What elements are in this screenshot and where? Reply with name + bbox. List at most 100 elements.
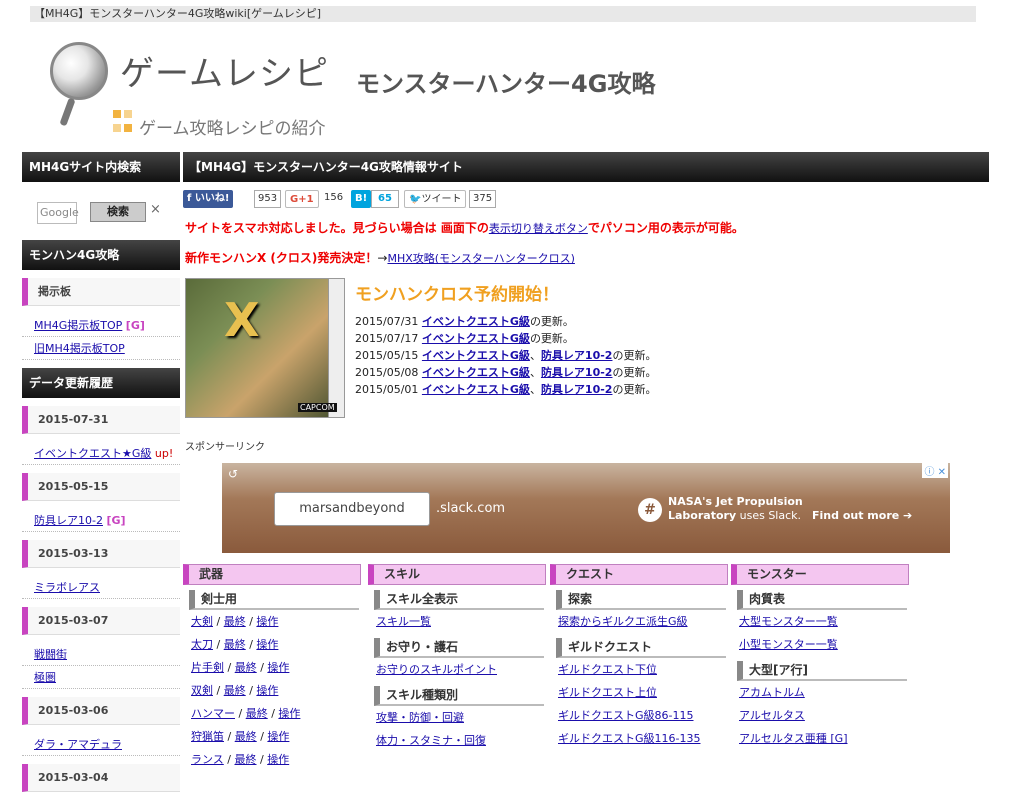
update-link[interactable]: イベントクエストG級 (422, 383, 530, 396)
sidebar-link[interactable]: MH4G掲示板TOP [G] (22, 314, 180, 337)
history-date: 2015-03-13 (22, 540, 180, 568)
history-link[interactable]: 極圏 (22, 666, 180, 689)
history-link-text[interactable]: ミラボレアス (34, 581, 100, 594)
history-link[interactable]: イベントクエスト★G級 up! (22, 442, 180, 465)
weapon-link[interactable]: 操作 (278, 707, 300, 720)
search-input[interactable]: Google (37, 202, 79, 224)
skill-list-link[interactable]: スキル一覧 (376, 615, 431, 628)
ad-info-icon[interactable]: ⓘ ✕ (922, 463, 948, 478)
weapon-row[interactable]: 双剣 / 最終 / 操作 (183, 679, 361, 702)
weapon-link[interactable]: 太刀 (191, 638, 213, 651)
explore-link[interactable]: 探索からギルクエ派生G級 (558, 615, 688, 628)
weapon-row[interactable]: 大剣 / 最終 / 操作 (183, 610, 361, 633)
weapon-link[interactable]: 操作 (256, 615, 278, 628)
weapon-link[interactable]: 最終 (235, 730, 257, 743)
search-button[interactable]: 検索 (90, 202, 146, 222)
guild-quest-link[interactable]: ギルドクエストG級86-115 (558, 709, 694, 722)
weapon-link[interactable]: 片手剣 (191, 661, 224, 674)
category-link[interactable]: 探索からギルクエ派生G級 (550, 610, 728, 633)
guild-quest-link[interactable]: ギルドクエスト下位 (558, 663, 657, 676)
weapon-link[interactable]: 操作 (256, 684, 278, 697)
update-link[interactable]: イベントクエストG級 (422, 349, 530, 362)
display-switch-link[interactable]: 表示切り替えボタン (489, 222, 588, 235)
history-link-text[interactable]: 戦闘街 (34, 648, 67, 661)
weapon-link[interactable]: 最終 (234, 753, 256, 766)
update-link[interactable]: イベントクエストG級 (422, 315, 530, 328)
monster-link[interactable]: アルセルタス (739, 709, 805, 722)
gplus-button[interactable]: G+1 (285, 190, 319, 208)
weapon-row[interactable]: 狩猟笛 / 最終 / 操作 (183, 725, 361, 748)
charm-skill-link[interactable]: お守りのスキルポイント (376, 663, 497, 676)
weapon-link[interactable]: 最終 (224, 638, 246, 651)
weapon-link[interactable]: 操作 (267, 661, 289, 674)
category-link[interactable]: 体力・スタミナ・回復 (368, 729, 546, 752)
history-link[interactable]: ダラ・アマデュラ (22, 733, 180, 756)
monster-list-link[interactable]: 大型モンスター一覧 (739, 615, 838, 628)
category-link[interactable]: アルセルタス亜種 [G] (731, 727, 909, 750)
mhx-box-art-image[interactable]: X CAPCOM (185, 278, 345, 418)
tweet-button[interactable]: 🐦ツイート (404, 190, 467, 208)
ad-find-out-more[interactable]: Find out more ➔ (812, 509, 912, 522)
monster-link[interactable]: アカムトルム (739, 686, 805, 699)
facebook-like-button[interactable]: f いいね! (183, 190, 234, 208)
weapon-link[interactable]: ランス (191, 753, 224, 766)
category-link[interactable]: アルセルタス (731, 704, 909, 727)
history-link[interactable]: ミラボレアス (22, 576, 180, 599)
weapon-link[interactable]: 大剣 (191, 615, 213, 628)
guild-quest-link[interactable]: ギルドクエスト上位 (558, 686, 657, 699)
history-link[interactable]: 戦闘街 (22, 643, 180, 666)
skill-type-link[interactable]: 体力・スタミナ・回復 (376, 734, 486, 747)
category-sub: 大型[ア行] (737, 661, 907, 681)
monster-link[interactable]: アルセルタス亜種 [G] (739, 732, 848, 745)
weapon-link[interactable]: 最終 (235, 661, 257, 674)
replay-icon[interactable]: ↺ (228, 467, 238, 481)
history-link-text[interactable]: 防具レア10-2 (34, 514, 103, 527)
sidebar-link[interactable]: 旧MH4掲示板TOP (22, 337, 180, 360)
weapon-link[interactable]: 狩猟笛 (191, 730, 224, 743)
weapon-row[interactable]: 太刀 / 最終 / 操作 (183, 633, 361, 656)
category-link[interactable]: スキル一覧 (368, 610, 546, 633)
logo-name: ゲームレシピ (120, 54, 329, 94)
update-link[interactable]: 防具レア10-2 (541, 349, 613, 362)
history-link[interactable]: 防具レア10-2 [G] (22, 509, 180, 532)
mhx-link[interactable]: MHX攻略(モンスターハンタークロス) (387, 252, 574, 265)
history-date: 2015-03-06 (22, 697, 180, 725)
weapon-link[interactable]: ハンマー (191, 707, 235, 720)
weapon-link[interactable]: 最終 (246, 707, 268, 720)
category-link[interactable]: 小型モンスター一覧 (731, 633, 909, 656)
history-link-text[interactable]: ダラ・アマデュラ (34, 738, 122, 751)
update-link[interactable]: イベントクエストG級 (422, 332, 530, 345)
category-link[interactable]: ギルドクエストG級116-135 (550, 727, 728, 750)
category-link[interactable]: ギルドクエスト上位 (550, 681, 728, 704)
magnifier-handle (59, 97, 76, 127)
guild-quest-link[interactable]: ギルドクエストG級116-135 (558, 732, 700, 745)
category-link[interactable]: 攻撃・防御・回避 (368, 706, 546, 729)
weapon-link[interactable]: 操作 (267, 730, 289, 743)
history-link-text[interactable]: 極圏 (34, 671, 56, 684)
update-link[interactable]: 防具レア10-2 (541, 383, 613, 396)
weapon-row[interactable]: 片手剣 / 最終 / 操作 (183, 656, 361, 679)
weapon-link[interactable]: 最終 (224, 684, 246, 697)
weapon-link[interactable]: 最終 (224, 615, 246, 628)
category-link[interactable]: 大型モンスター一覧 (731, 610, 909, 633)
preorder-heading[interactable]: モンハンクロス予約開始！ (355, 280, 559, 305)
weapon-row[interactable]: ハンマー / 最終 / 操作 (183, 702, 361, 725)
category-link[interactable]: お守りのスキルポイント (368, 658, 546, 681)
advertisement-banner[interactable]: ↺ marsandbeyond .slack.com # NASA's Jet … (222, 463, 950, 553)
update-link[interactable]: イベントクエストG級 (422, 366, 530, 379)
update-link[interactable]: 防具レア10-2 (541, 366, 613, 379)
category-link[interactable]: ギルドクエスト下位 (550, 658, 728, 681)
monster-list-link[interactable]: 小型モンスター一覧 (739, 638, 838, 651)
clear-icon[interactable]: × (150, 202, 161, 217)
weapon-link[interactable]: 操作 (256, 638, 278, 651)
hatena-button[interactable]: B! (351, 190, 372, 208)
skill-type-link[interactable]: 攻撃・防御・回避 (376, 711, 464, 724)
weapon-link[interactable]: 操作 (267, 753, 289, 766)
category-link[interactable]: アカムトルム (731, 681, 909, 704)
logo-square-icon (124, 110, 132, 118)
category-link[interactable]: ギルドクエストG級86-115 (550, 704, 728, 727)
old-board-link[interactable]: 旧MH4掲示板TOP (34, 342, 125, 355)
weapon-link[interactable]: 双剣 (191, 684, 213, 697)
history-link-text[interactable]: イベントクエスト★G級 (34, 447, 151, 460)
board-top-link[interactable]: MH4G掲示板TOP (34, 319, 122, 332)
